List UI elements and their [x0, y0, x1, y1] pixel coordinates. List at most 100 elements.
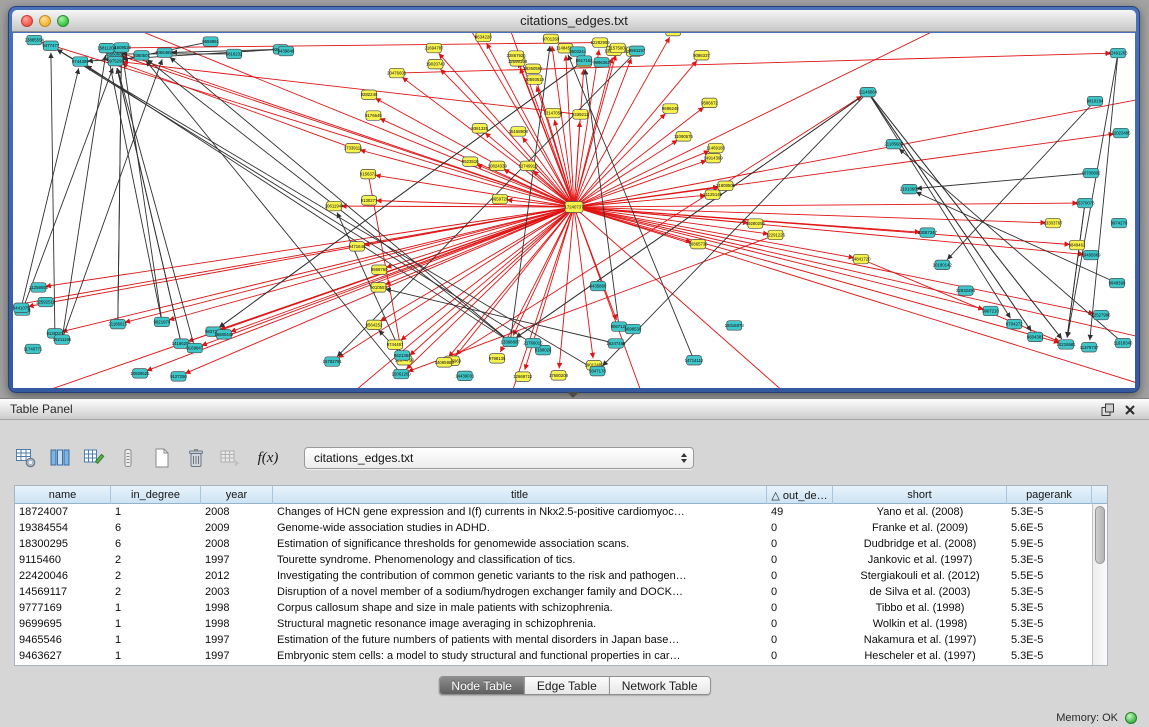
tab-node-table[interactable]: Node Table	[439, 677, 524, 694]
table-cell-in_degree: 6	[111, 536, 201, 552]
table-row[interactable]: 946554611997Estimation of the future num…	[15, 632, 1092, 648]
column-header-title[interactable]: title	[273, 486, 767, 504]
citation-network-graph[interactable]: 1724073719012482176802081266971297981351…	[13, 33, 1135, 388]
svg-text:9744309: 9744309	[72, 59, 89, 64]
table-vertical-scrollbar[interactable]	[1092, 504, 1107, 665]
window-titlebar[interactable]: citations_edges.txt	[12, 10, 1136, 32]
svg-text:14439031: 14439031	[455, 373, 475, 378]
svg-text:19316873: 19316873	[725, 323, 745, 328]
svg-text:15211196: 15211196	[53, 337, 72, 342]
svg-text:9559851: 9559851	[202, 39, 219, 44]
svg-text:9188026: 9188026	[535, 348, 552, 353]
table-cell-out_degree: 0	[767, 568, 833, 584]
window-title: citations_edges.txt	[12, 10, 1136, 32]
svg-text:9130277: 9130277	[361, 198, 378, 203]
svg-text:11469183: 11469183	[706, 146, 725, 151]
svg-text:9378613: 9378613	[665, 33, 682, 34]
svg-text:19495889: 19495889	[1081, 253, 1101, 258]
svg-text:9021976: 9021976	[154, 319, 171, 324]
table-row[interactable]: 946362711997Embryonic stem cells: a mode…	[15, 648, 1092, 664]
table-row[interactable]: 1872400712008Changes of HCN gene express…	[15, 504, 1092, 520]
dropdown-arrows-icon	[675, 453, 693, 463]
table-cell-in_degree: 2	[111, 568, 201, 584]
function-builder-icon[interactable]: f(x)	[252, 446, 284, 470]
delete-column-icon[interactable]	[184, 446, 208, 470]
svg-text:9696248: 9696248	[662, 106, 679, 111]
import-table-icon[interactable]	[218, 446, 242, 470]
svg-text:20593519: 20593519	[525, 77, 545, 82]
table-row[interactable]: 1830029562008Estimation of significance …	[15, 536, 1092, 552]
float-panel-icon[interactable]	[1101, 403, 1115, 417]
svg-text:9617162: 9617162	[576, 58, 593, 63]
close-panel-icon[interactable]	[1123, 403, 1137, 417]
svg-text:21185683: 21185683	[884, 142, 903, 147]
column-header-short[interactable]: short	[833, 486, 1007, 504]
row-options-icon[interactable]	[116, 446, 140, 470]
dropdown-selected-value: citations_edges.txt	[305, 451, 675, 465]
network-table-selector[interactable]: citations_edges.txt	[304, 447, 694, 469]
table-cell-short: Yano et al. (2008)	[833, 504, 1007, 520]
svg-text:21013609: 21013609	[900, 187, 920, 192]
scrollbar-thumb[interactable]	[1095, 506, 1105, 564]
network-canvas[interactable]: 1724073719012482176802081266971297981351…	[13, 33, 1135, 388]
svg-text:22592512: 22592512	[36, 300, 56, 305]
svg-text:15158908: 15158908	[509, 129, 529, 134]
table-cell-out_degree: 0	[767, 632, 833, 648]
column-header-pagerank[interactable]: pagerank	[1007, 486, 1092, 504]
svg-text:19280256: 19280256	[746, 221, 766, 226]
svg-text:11090576: 11090576	[674, 134, 693, 139]
table-row[interactable]: 911546021997Tourette syndrome. Phenomeno…	[15, 552, 1092, 568]
svg-text:9698538: 9698538	[625, 327, 642, 332]
tab-edge-table[interactable]: Edge Table	[524, 677, 609, 694]
column-header-name[interactable]: name	[15, 486, 111, 504]
svg-text:9948399: 9948399	[1109, 281, 1126, 286]
table-cell-in_degree: 1	[111, 616, 201, 632]
svg-text:17240737: 17240737	[564, 205, 584, 210]
table-row[interactable]: 969969511998Structural magnetic resonanc…	[15, 616, 1092, 632]
table-mode-icon[interactable]	[14, 446, 38, 470]
svg-text:9849462: 9849462	[1069, 243, 1086, 248]
svg-text:15811204: 15811204	[97, 46, 116, 51]
svg-text:10664698: 10664698	[155, 50, 175, 55]
svg-text:9591197: 9591197	[629, 48, 646, 53]
table-cell-in_degree: 1	[111, 632, 201, 648]
svg-text:12527996: 12527996	[1091, 313, 1111, 318]
show-columns-icon[interactable]	[48, 446, 72, 470]
memory-status-label: Memory: OK	[1056, 712, 1118, 724]
column-header-filler	[1092, 486, 1107, 504]
svg-text:21125149: 21125149	[703, 192, 722, 197]
column-header-out_degree[interactable]: △ out_de…	[767, 486, 833, 504]
table-cell-pagerank: 5.3E-5	[1007, 616, 1092, 632]
svg-text:20476601: 20476601	[387, 71, 407, 76]
tab-network-table[interactable]: Network Table	[609, 677, 710, 694]
svg-text:21694787: 21694787	[424, 46, 444, 51]
table-cell-year: 2012	[201, 568, 273, 584]
table-cell-year: 2008	[201, 536, 273, 552]
svg-text:22932496: 22932496	[956, 288, 976, 293]
table-row[interactable]: 1456911722003Disruption of a novel membe…	[15, 584, 1092, 600]
table-cell-year: 1997	[201, 632, 273, 648]
svg-text:9975296: 9975296	[107, 59, 124, 64]
create-column-icon[interactable]	[150, 446, 174, 470]
edit-columns-icon[interactable]	[82, 446, 106, 470]
fx-label: f(x)	[258, 450, 279, 467]
svg-text:13303767: 13303767	[1043, 221, 1063, 226]
svg-text:9347178: 9347178	[589, 369, 606, 374]
table-cell-title: Estimation of the future numbers of pati…	[273, 632, 767, 648]
table-cell-out_degree: 0	[767, 648, 833, 664]
svg-text:12491263: 12491263	[1108, 51, 1128, 56]
table-row[interactable]: 2242004622012Investigating the contribut…	[15, 568, 1092, 584]
svg-text:9907210: 9907210	[982, 308, 999, 313]
table-cell-in_degree: 6	[111, 520, 201, 536]
table-row[interactable]: 1938455462009Genome-wide association stu…	[15, 520, 1092, 536]
svg-text:15783791: 15783791	[323, 359, 343, 364]
table-row[interactable]: 977716911998Corpus callosum shape and si…	[15, 600, 1092, 616]
svg-text:23087347: 23087347	[918, 230, 938, 235]
table-cell-name: 18300295	[15, 536, 111, 552]
table-cell-in_degree: 1	[111, 504, 201, 520]
svg-text:9659726: 9659726	[492, 197, 509, 202]
svg-text:11918340: 11918340	[1114, 341, 1133, 346]
column-header-year[interactable]: year	[201, 486, 273, 504]
column-header-in_degree[interactable]: in_degree	[111, 486, 201, 504]
svg-text:9360501: 9360501	[133, 53, 150, 58]
